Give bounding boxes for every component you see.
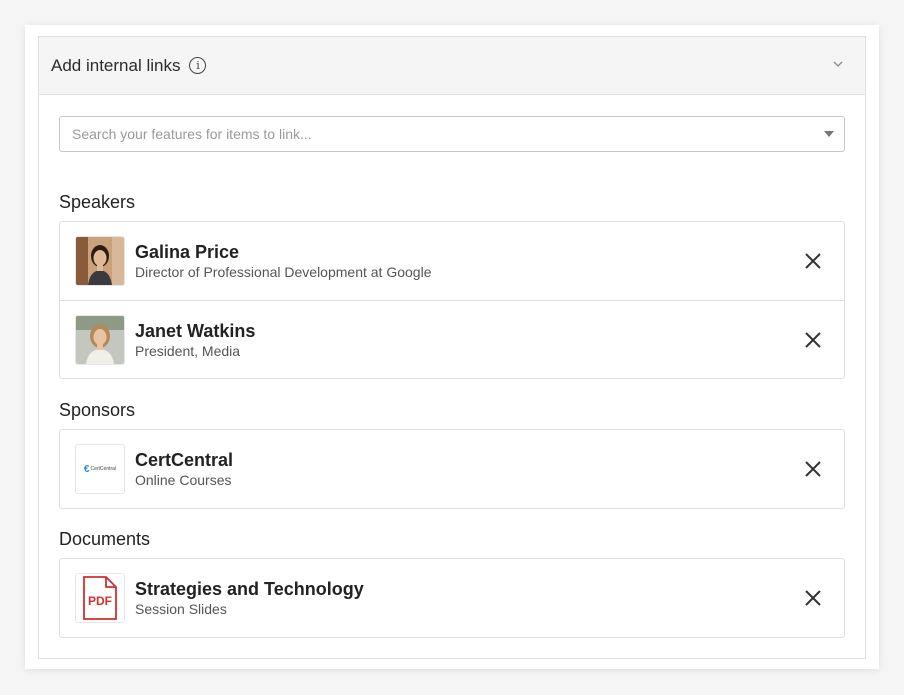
remove-button[interactable] (804, 589, 822, 607)
avatar (75, 236, 125, 286)
logo-mark-icon: € (83, 463, 90, 475)
avatar (75, 314, 125, 365)
section-title-speakers: Speakers (59, 192, 136, 212)
list-item: PDF Strategies and Technology Session Sl… (60, 559, 844, 637)
close-icon (805, 253, 821, 269)
close-icon (805, 461, 821, 477)
list-item: Janet Watkins President, Media (60, 300, 844, 378)
section-title-documents: Documents (59, 529, 151, 549)
remove-button[interactable] (804, 252, 822, 270)
list-item: Galina Price Director of Professional De… (60, 222, 844, 300)
close-icon (805, 590, 821, 606)
avatar-photo (76, 315, 124, 364)
item-title: Strategies and Technology (135, 579, 364, 599)
item-title: Janet Watkins (135, 320, 256, 341)
logo-text: CertCentral (90, 466, 117, 472)
pdf-badge: PDF (88, 594, 112, 608)
item-subtitle: Session Slides (135, 601, 227, 617)
speakers-list: Galina Price Director of Professional De… (59, 221, 845, 379)
pdf-thumb: PDF (75, 573, 125, 623)
remove-button[interactable] (804, 331, 822, 349)
sponsors-list: € CertCentral CertCentral Online Courses (59, 429, 845, 509)
info-icon[interactable]: i (189, 57, 207, 74)
internal-links-panel: Add internal links i Speakers (38, 36, 866, 659)
item-title: Galina Price (135, 242, 240, 262)
search-input[interactable] (70, 125, 824, 143)
item-subtitle: Director of Professional Development at … (135, 264, 432, 280)
panel-title: Add internal links (51, 55, 181, 75)
panel-header[interactable]: Add internal links i (39, 37, 865, 95)
list-item: € CertCentral CertCentral Online Courses (60, 430, 844, 508)
chevron-down-icon[interactable] (833, 59, 843, 69)
item-subtitle: President, Media (135, 342, 241, 359)
sponsor-logo: € CertCentral (75, 444, 125, 494)
section-title-sponsors: Sponsors (59, 400, 136, 420)
search-select[interactable] (59, 116, 845, 152)
dropdown-caret-icon[interactable] (824, 131, 834, 137)
editor-card: Add internal links i Speakers (25, 25, 879, 669)
avatar-photo (76, 237, 124, 285)
close-icon (805, 332, 821, 348)
item-title: CertCentral (135, 450, 234, 470)
item-subtitle: Online Courses (135, 472, 232, 488)
remove-button[interactable] (804, 460, 822, 478)
documents-list: PDF Strategies and Technology Session Sl… (59, 558, 845, 638)
